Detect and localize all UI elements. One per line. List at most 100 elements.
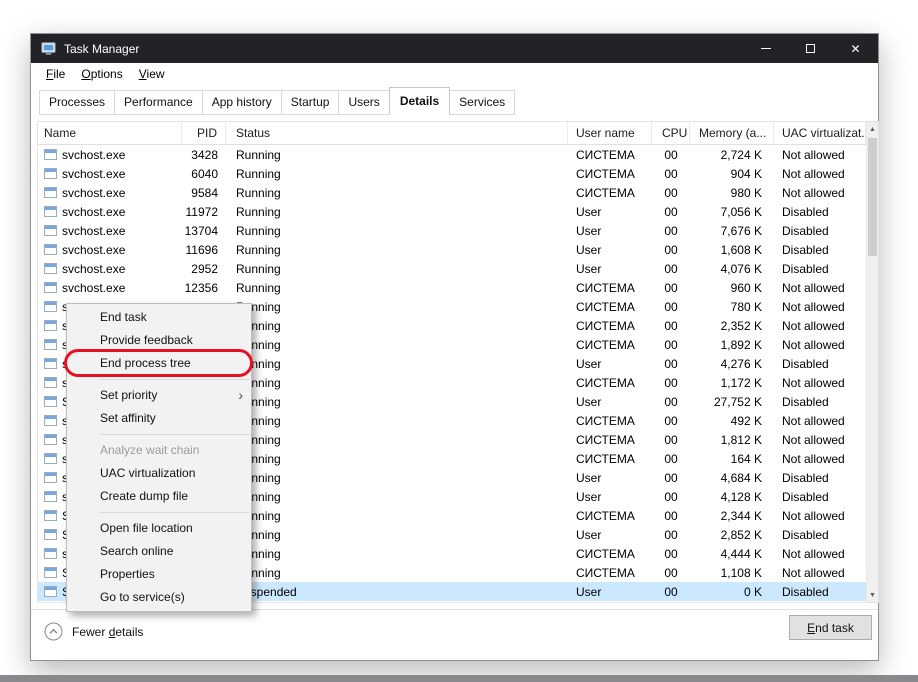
tab-app-history[interactable]: App history	[201, 90, 282, 115]
process-name-cell: svchost.exe	[38, 186, 182, 200]
process-uac-cell: Disabled	[782, 470, 829, 485]
process-cpu-cell: 00	[664, 185, 678, 200]
process-uac-cell: Disabled	[782, 356, 829, 371]
process-row[interactable]: svchost.exe 11696 Running User 00 1,608 K Disa…	[38, 240, 866, 259]
column-header-name[interactable]: Name	[38, 122, 182, 144]
context-menu-item-set-priority[interactable]: Set priority ›	[67, 384, 251, 407]
column-header-pid[interactable]: PID	[182, 122, 226, 144]
application-icon	[44, 263, 57, 274]
process-cpu-cell: 00	[664, 337, 678, 352]
process-user-cell: User	[576, 242, 602, 257]
process-uac-cell: Not allowed	[782, 185, 845, 200]
process-cpu-cell: 00	[664, 261, 678, 276]
context-menu-item-provide-feedback[interactable]: Provide feedback	[67, 329, 251, 352]
process-uac-cell: Not allowed	[782, 451, 845, 466]
tab-users[interactable]: Users	[338, 90, 390, 115]
process-status-cell: Running	[236, 337, 281, 352]
tab-strip: Processes Performance App history Startup Us…	[31, 85, 878, 115]
scroll-down-icon[interactable]: ▼	[867, 588, 878, 602]
process-row[interactable]: svchost.exe 9584 Running СИСТЕМА 00 980 K Not …	[38, 183, 866, 202]
tab-details[interactable]: Details	[388, 87, 451, 115]
process-row[interactable]: svchost.exe 6040 Running СИСТЕМА 00 904 K Not …	[38, 164, 866, 183]
process-name: svchost.exe	[62, 261, 126, 276]
context-menu-item-properties[interactable]: Properties	[67, 563, 251, 586]
application-icon	[44, 206, 57, 217]
menubar-item-file[interactable]: File	[39, 65, 72, 83]
column-header-memory-a[interactable]: Memory (a...	[690, 122, 774, 144]
menu-item-label: UAC virtualization	[100, 466, 196, 480]
titlebar[interactable]: Task Manager ✕	[31, 34, 878, 63]
application-icon	[44, 472, 57, 483]
scrollbar-thumb[interactable]	[868, 138, 877, 256]
menu-separator	[100, 434, 249, 435]
column-header-user-name[interactable]: User name	[568, 122, 652, 144]
tab-processes[interactable]: Processes	[39, 90, 116, 115]
menu-item-label: Provide feedback	[100, 333, 193, 347]
process-row[interactable]: svchost.exe 3428 Running СИСТЕМА 00 2,724 K No…	[38, 145, 866, 164]
context-menu-item-go-to-service-s[interactable]: Go to service(s)	[67, 586, 251, 609]
context-menu-item-create-dump-file[interactable]: Create dump file	[67, 485, 251, 508]
tab-services[interactable]: Services	[449, 90, 516, 115]
scroll-up-icon[interactable]: ▲	[867, 122, 878, 136]
process-user-cell: User	[576, 527, 602, 542]
tab-startup[interactable]: Startup	[280, 90, 340, 115]
process-cpu-cell: 00	[664, 223, 678, 238]
process-status-cell: Running	[236, 432, 281, 447]
close-button[interactable]: ✕	[833, 34, 878, 63]
window-controls: ✕	[743, 34, 878, 63]
menu-item-label: Create dump file	[100, 489, 189, 503]
context-menu-item-end-process-tree[interactable]: End process tree	[64, 349, 253, 377]
menu-item-label: Set priority	[100, 388, 158, 402]
process-user-cell: СИСТЕМА	[576, 375, 635, 390]
process-status-cell: Running	[236, 242, 281, 257]
fewer-details-toggle[interactable]: Fewer details	[44, 622, 143, 641]
scrollbar-track[interactable]	[867, 136, 878, 588]
process-status-cell: Running	[236, 318, 281, 333]
process-memory-cell: 1,892 K	[720, 337, 762, 352]
context-menu-item-open-file-location[interactable]: Open file location	[67, 517, 251, 540]
process-memory-cell: 4,684 K	[720, 470, 762, 485]
application-icon	[44, 415, 57, 426]
process-memory-cell: 492 K	[730, 413, 762, 428]
column-header-uac-virtualizat[interactable]: UAC virtualizat...	[774, 122, 866, 144]
process-row[interactable]: svchost.exe 12356 Running СИСТЕМА 00 960 K Not…	[38, 278, 866, 297]
minimize-button[interactable]	[743, 34, 788, 63]
process-uac-cell: Not allowed	[782, 147, 845, 162]
menubar-item-options[interactable]: Options	[74, 65, 129, 83]
process-cpu-cell: 00	[664, 546, 678, 561]
column-header-cpu[interactable]: CPU	[652, 122, 690, 144]
process-cpu-cell: 00	[664, 527, 678, 542]
context-menu-item-uac-virtualization[interactable]: UAC virtualization	[67, 462, 251, 485]
process-memory-cell: 164 K	[730, 451, 762, 466]
footer-bar: Fewer details End task	[31, 609, 878, 660]
tab-performance[interactable]: Performance	[114, 90, 203, 115]
maximize-button[interactable]	[788, 34, 833, 63]
application-icon	[44, 491, 57, 502]
process-name: svchost.exe	[62, 185, 126, 200]
context-menu-item-search-online[interactable]: Search online	[67, 540, 251, 563]
application-icon	[44, 510, 57, 521]
end-task-button[interactable]: End task	[789, 615, 872, 640]
application-icon	[44, 377, 57, 388]
vertical-scrollbar[interactable]: ▲ ▼	[866, 122, 878, 602]
process-row[interactable]: svchost.exe 11972 Running User 00 7,056 K Disa…	[38, 202, 866, 221]
process-user-cell: User	[576, 584, 602, 599]
process-uac-cell: Not allowed	[782, 299, 845, 314]
process-pid-cell: 11696	[185, 242, 218, 257]
process-cpu-cell: 00	[664, 204, 678, 219]
process-uac-cell: Disabled	[782, 223, 829, 238]
context-menu-item-end-task[interactable]: End task	[67, 306, 251, 329]
process-user-cell: User	[576, 223, 602, 238]
process-cpu-cell: 00	[664, 166, 678, 181]
process-row[interactable]: svchost.exe 2952 Running User 00 4,076 K Disab…	[38, 259, 866, 278]
process-user-cell: User	[576, 356, 602, 371]
process-user-cell: СИСТЕМА	[576, 565, 635, 580]
process-uac-cell: Disabled	[782, 489, 829, 504]
process-row[interactable]: svchost.exe 13704 Running User 00 7,676 K Disa…	[38, 221, 866, 240]
process-uac-cell: Disabled	[782, 584, 829, 599]
context-menu-item-set-affinity[interactable]: Set affinity	[67, 407, 251, 430]
column-header-status[interactable]: Status	[226, 122, 568, 144]
process-memory-cell: 2,352 K	[720, 318, 762, 333]
process-status-cell: Running	[236, 299, 281, 314]
menubar-item-view[interactable]: View	[132, 65, 172, 83]
